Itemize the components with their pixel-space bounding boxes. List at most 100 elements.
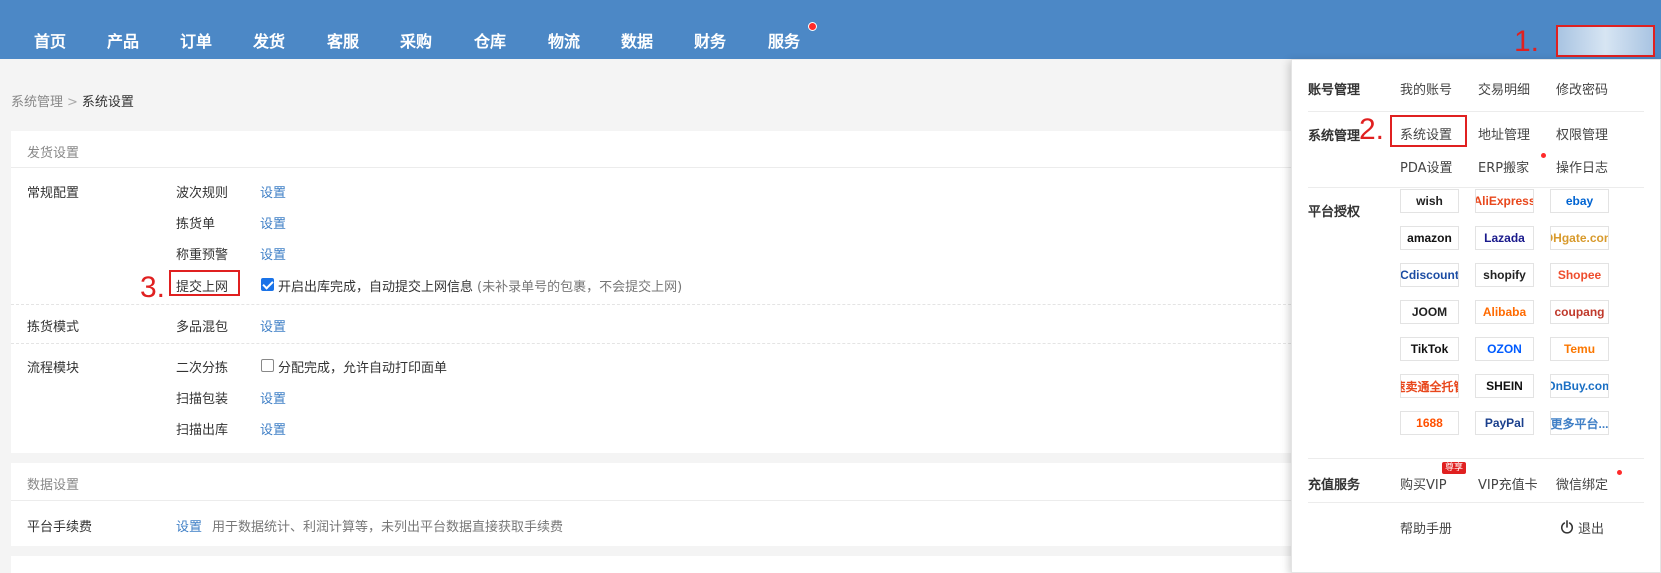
multi-item-mix-set-link[interactable]: 设置 (260, 316, 286, 335)
shipping-panel-title: 发货设置 (27, 146, 80, 161)
second-sort-description: 分配完成，允许自动打印面单 (278, 361, 448, 376)
submit-online-note: (未补录单号的包裹，不会提交上网) (477, 280, 683, 295)
nav-customer-service[interactable]: 客服 (327, 28, 359, 52)
recharge-services-heading: 充值服务 (1308, 478, 1361, 493)
platform-logo-paypal[interactable]: PayPal (1475, 411, 1534, 435)
data-panel-title: 数据设置 (27, 478, 80, 493)
pick-list-set-link[interactable]: 设置 (260, 213, 286, 232)
annotation-1: 1. (1514, 25, 1540, 58)
nav-data[interactable]: 数据 (621, 28, 653, 52)
multi-item-mix-label: 多品混包 (176, 320, 229, 335)
next-panel (11, 556, 1301, 573)
platform-logo-joom[interactable]: JOOM (1400, 300, 1459, 324)
platform-logo-alibaba[interactable]: Alibaba (1475, 300, 1534, 324)
breadcrumb: 系统管理 > 系统设置 (11, 91, 134, 110)
platform-logo-onbuy-com[interactable]: OnBuy.com (1550, 374, 1609, 398)
my-account-link[interactable]: 我的账号 (1400, 79, 1452, 98)
buy-vip-link[interactable]: 购买VIP (1400, 474, 1447, 493)
nav-finance[interactable]: 财务 (694, 28, 726, 52)
platform-logo-amazon[interactable]: amazon (1400, 226, 1459, 250)
transactions-link[interactable]: 交易明细 (1478, 79, 1530, 98)
platform-logo-tiktok[interactable]: TikTok (1400, 337, 1459, 361)
annotation-3: 3. (140, 271, 166, 304)
change-password-link[interactable]: 修改密码 (1556, 79, 1608, 98)
divider (1308, 111, 1644, 112)
system-settings-link[interactable]: 系统设置 (1400, 124, 1452, 143)
scan-out-label: 扫描出库 (176, 423, 229, 438)
address-management-link[interactable]: 地址管理 (1478, 124, 1530, 143)
flow-module-label: 流程模块 (27, 361, 80, 376)
annotation-2: 2. (1359, 113, 1385, 146)
platform-logo-cdiscount[interactable]: Cdiscount (1400, 263, 1459, 287)
system-management-heading: 系统管理 (1308, 129, 1361, 144)
divider (11, 500, 1301, 501)
nav-shipping[interactable]: 发货 (253, 28, 285, 52)
shipping-settings-panel: 发货设置 常规配置 波次规则 设置 拣货单 设置 称重预警 设置 3. 提交上网… (11, 131, 1301, 453)
platform-logo-ozon[interactable]: OZON (1475, 337, 1534, 361)
scan-pack-label: 扫描包装 (176, 392, 229, 407)
help-manual-link[interactable]: 帮助手册 (1400, 518, 1452, 537)
divider (1308, 502, 1644, 503)
divider (1308, 458, 1644, 459)
nav-home[interactable]: 首页 (34, 28, 66, 52)
power-icon (1560, 520, 1574, 534)
breadcrumb-current: 系统设置 (81, 95, 134, 110)
second-sort-checkbox[interactable] (261, 359, 274, 372)
nav-warehouse[interactable]: 仓库 (474, 28, 506, 52)
operation-log-link[interactable]: 操作日志 (1556, 157, 1608, 176)
nav-logistics[interactable]: 物流 (548, 28, 580, 52)
submit-online-description: 开启出库完成，自动提交上网信息 (278, 280, 474, 295)
platform-fee-set-link[interactable]: 设置 (176, 516, 202, 535)
platform-logo-1688[interactable]: 1688 (1400, 411, 1459, 435)
pick-mode-label: 拣货模式 (27, 320, 80, 335)
account-dropdown-menu: 账号管理 我的账号 交易明细 修改密码 系统管理 2. 系统设置 地址管理 权限… (1291, 59, 1661, 573)
wave-rule-label: 波次规则 (176, 186, 229, 201)
data-settings-panel: 数据设置 平台手续费 设置 用于数据统计、利润计算等，未列出平台数据直接获取手续… (11, 463, 1301, 546)
nav-services[interactable]: 服务 (768, 28, 800, 52)
platform-logo-aliexpress[interactable]: AliExpress (1475, 189, 1534, 213)
permission-management-link[interactable]: 权限管理 (1556, 124, 1608, 143)
platform-logo-lazada[interactable]: Lazada (1475, 226, 1534, 250)
platform-logo-platform-20[interactable]: 更多平台... (1550, 411, 1609, 435)
nav-products[interactable]: 产品 (107, 28, 139, 52)
weigh-warning-label: 称重预警 (176, 248, 229, 263)
platform-authorization-heading: 平台授权 (1308, 205, 1361, 220)
pda-settings-link[interactable]: PDA设置 (1400, 157, 1453, 176)
account-avatar-button[interactable] (1556, 25, 1655, 57)
second-sort-label: 二次分拣 (176, 361, 229, 376)
general-config-label: 常规配置 (27, 186, 80, 201)
breadcrumb-parent[interactable]: 系统管理 (11, 95, 63, 110)
erp-move-link[interactable]: ERP搬家 (1478, 157, 1529, 176)
platform-logo-ebay[interactable]: ebay (1550, 189, 1609, 213)
wave-rule-set-link[interactable]: 设置 (260, 182, 286, 201)
platform-logo-shopee[interactable]: Shopee (1550, 263, 1609, 287)
dashed-divider (11, 343, 1301, 344)
platform-logo-shopify[interactable]: shopify (1475, 263, 1534, 287)
platform-logo-coupang[interactable]: coupang (1550, 300, 1609, 324)
platform-logo-wish[interactable]: wish (1400, 189, 1459, 213)
scan-pack-set-link[interactable]: 设置 (260, 388, 286, 407)
scan-out-set-link[interactable]: 设置 (260, 419, 286, 438)
divider (1308, 187, 1644, 188)
dashed-divider (11, 304, 1301, 305)
nav-orders[interactable]: 订单 (180, 28, 212, 52)
platform-logo-shein[interactable]: SHEIN (1475, 374, 1534, 398)
vip-exclusive-badge: 尊享 (1442, 462, 1467, 474)
vip-recharge-card-link[interactable]: VIP充值卡 (1478, 474, 1538, 493)
platform-fee-description: 用于数据统计、利润计算等，未列出平台数据直接获取手续费 (212, 520, 564, 535)
account-management-heading: 账号管理 (1308, 83, 1361, 98)
weigh-warning-set-link[interactable]: 设置 (260, 244, 286, 263)
nav-purchasing[interactable]: 采购 (400, 28, 432, 52)
logout-link[interactable]: 退出 (1578, 518, 1604, 537)
platform-logo-dhgate-com[interactable]: DHgate.com (1550, 226, 1609, 250)
erp-move-notification-dot (1541, 153, 1546, 158)
submit-online-label: 提交上网 (176, 280, 229, 295)
platform-logo-temu[interactable]: Temu (1550, 337, 1609, 361)
breadcrumb-separator: > (67, 95, 78, 110)
top-nav: 首页 产品 订单 发货 客服 采购 仓库 物流 数据 财务 服务 1. (0, 0, 1661, 59)
submit-online-checkbox[interactable] (261, 278, 274, 291)
wechat-bind-link[interactable]: 微信绑定 (1556, 474, 1608, 493)
pick-list-label: 拣货单 (176, 217, 216, 232)
divider (11, 167, 1301, 168)
platform-logo-platform-15[interactable]: 速卖通全托管 (1400, 374, 1459, 398)
